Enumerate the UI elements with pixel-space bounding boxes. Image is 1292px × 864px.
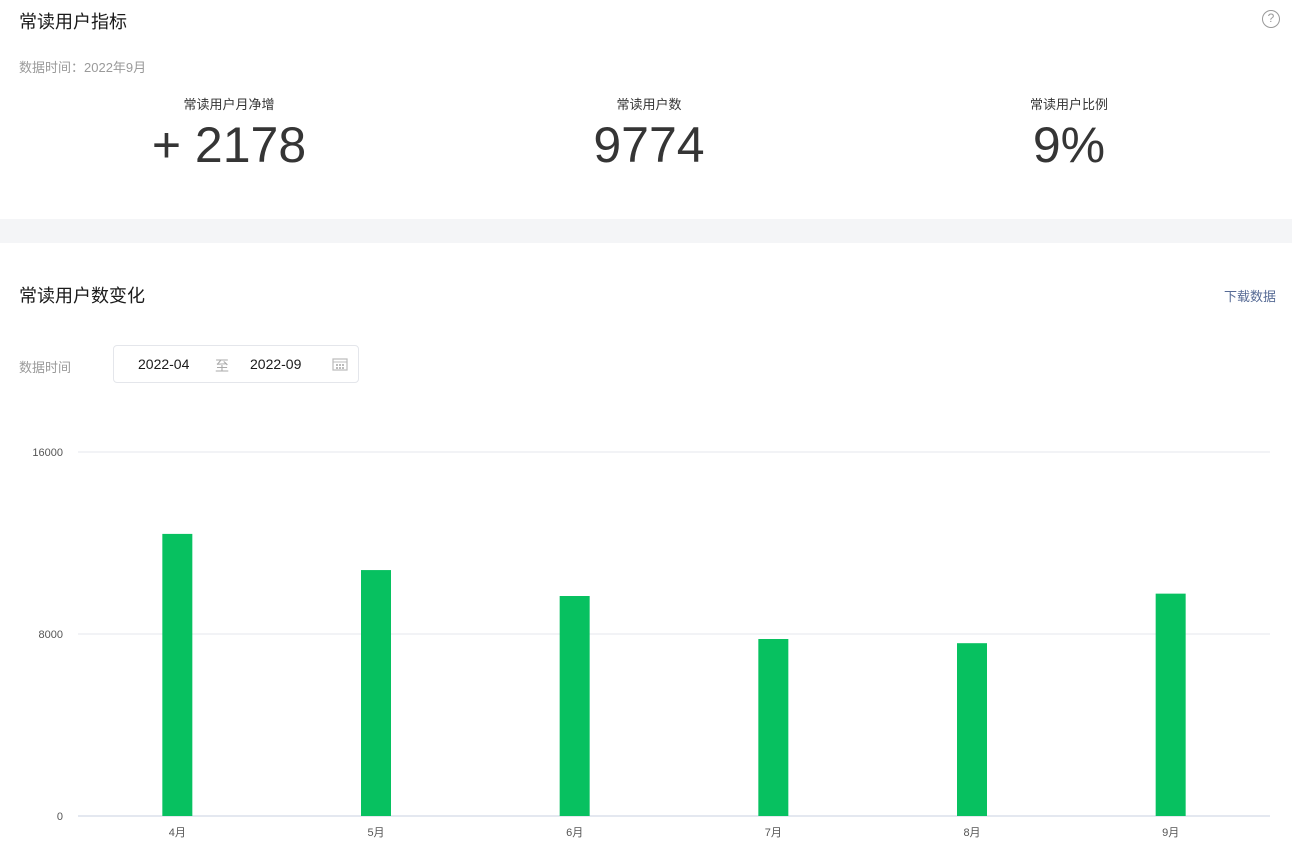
x-tick-label: 5月 xyxy=(367,827,384,839)
x-tick-label: 9月 xyxy=(1162,827,1179,839)
start-date-input[interactable]: 2022-04 xyxy=(138,356,189,372)
bar xyxy=(162,533,193,816)
metric-label: 常读用户月净增 xyxy=(183,97,275,112)
x-tick-label: 8月 xyxy=(963,827,980,839)
metric-net-increase: 常读用户月净增 + 2178 xyxy=(79,94,379,173)
range-separator: 至 xyxy=(215,358,229,374)
metric-user-ratio: 常读用户比例 9% xyxy=(919,94,1219,173)
y-tick-label: 8000 xyxy=(39,629,63,641)
bar xyxy=(361,570,391,816)
download-data-link[interactable]: 下载数据 xyxy=(1224,286,1276,305)
y-tick-label: 16000 xyxy=(32,447,63,459)
metric-value: 9% xyxy=(1032,117,1106,173)
metric-user-count: 常读用户数 9774 xyxy=(499,94,799,173)
x-tick-label: 7月 xyxy=(765,827,782,839)
calendar-icon[interactable] xyxy=(332,357,348,374)
section-divider xyxy=(0,219,1292,243)
trend-title: 常读用户数变化 xyxy=(19,286,145,306)
metric-value: 9774 xyxy=(593,117,705,173)
metric-label: 常读用户数 xyxy=(616,97,682,112)
y-tick-label: 0 xyxy=(57,811,63,823)
x-tick-label: 4月 xyxy=(169,827,186,839)
user-count-bar-chart: 0 8000 16000 4月 5月 6月 7月 8月 9月 xyxy=(32,447,1270,839)
bar xyxy=(957,643,987,816)
date-label: 数据时间 xyxy=(19,360,72,375)
metric-label: 常读用户比例 xyxy=(1029,97,1108,112)
bar xyxy=(1155,593,1186,816)
bar xyxy=(559,596,590,816)
bar xyxy=(758,639,789,816)
x-tick-label: 6月 xyxy=(566,827,583,839)
summary-title: 常读用户指标 xyxy=(19,12,127,32)
data-time: 数据时间：2022年9月 xyxy=(19,60,147,75)
help-icon[interactable]: ? xyxy=(1262,10,1280,28)
date-range-picker[interactable]: 2022-04 至 2022-09 xyxy=(113,345,359,383)
metric-value: + 2178 xyxy=(151,117,307,173)
end-date-input[interactable]: 2022-09 xyxy=(250,356,301,372)
